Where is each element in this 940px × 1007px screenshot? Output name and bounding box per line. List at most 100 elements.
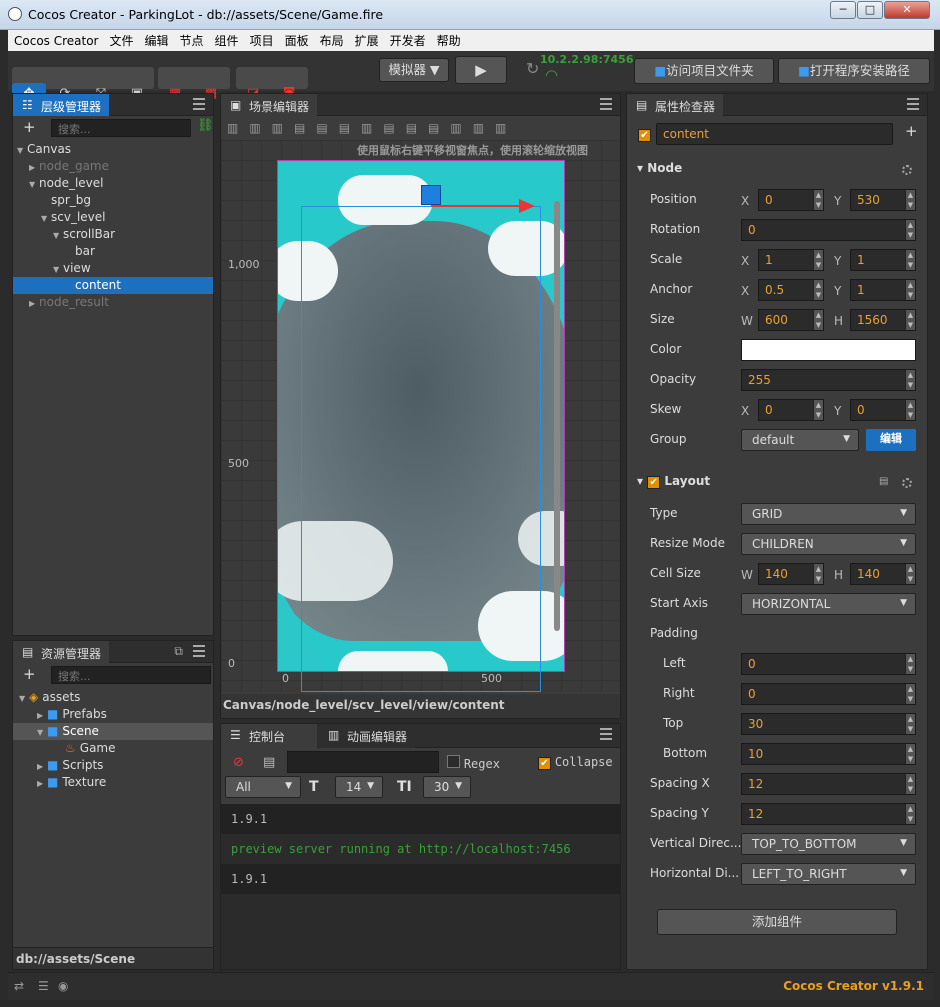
asset-item[interactable]: ▶ ■ Prefabs — [13, 706, 213, 723]
line-height-select[interactable]: 30 ▼ — [423, 776, 471, 798]
align-toolbar[interactable]: ▥▥▥▤▤▤▥▤▤▤▥▥▥ — [227, 121, 517, 135]
expand-right-icon[interactable]: ▶ — [29, 295, 39, 312]
hierarchy-node[interactable]: bar — [13, 243, 213, 260]
expand-down-icon[interactable]: ▼ — [37, 724, 47, 741]
opacity-input[interactable]: 255 ▲ ▼ — [741, 369, 916, 391]
expand-right-icon[interactable]: ▶ — [37, 775, 47, 792]
gear-icon[interactable] — [902, 478, 912, 488]
hierarchy-node[interactable]: ▼ view — [13, 260, 213, 277]
add-component-button[interactable]: 添加组件 — [657, 909, 897, 935]
menu-component[interactable]: 组件 — [209, 30, 244, 49]
edit-group-button[interactable]: 编辑 — [866, 429, 916, 451]
spinner-icon[interactable]: ▲ ▼ — [905, 804, 915, 824]
panel-menu-icon[interactable] — [600, 728, 612, 740]
log-level-select[interactable]: All ▼ — [225, 776, 301, 798]
add-asset-button[interactable]: + — [23, 665, 36, 683]
spinner-icon[interactable]: ▲ ▼ — [905, 684, 915, 704]
expand-down-icon[interactable]: ▼ — [19, 690, 29, 707]
expand-right-icon[interactable]: ▶ — [37, 758, 47, 775]
position-x-input[interactable]: 0 ▲ ▼ — [758, 189, 824, 211]
expand-right-icon[interactable]: ▶ — [37, 707, 47, 724]
close-button[interactable]: ✕ — [884, 1, 930, 19]
assets-search-input[interactable]: 搜索... — [51, 666, 211, 684]
minimize-button[interactable]: ─ — [830, 1, 856, 19]
spacing-y-input[interactable]: 12 ▲ ▼ — [741, 803, 916, 825]
menu-panel[interactable]: 面板 — [279, 30, 314, 49]
vertical-direction-select[interactable]: TOP_TO_BOTTOM ▼ — [741, 833, 916, 855]
tab-console[interactable]: ☰ 控制台 — [221, 724, 317, 748]
scale-x-input[interactable]: 1 ▲ ▼ — [758, 249, 824, 271]
group-select[interactable]: default ▼ — [741, 429, 859, 451]
y-axis-handle[interactable] — [421, 185, 441, 205]
expand-down-icon[interactable]: ▼ — [41, 210, 51, 227]
add-property-button[interactable]: + — [905, 122, 918, 140]
database-icon[interactable]: ☰ — [38, 979, 49, 993]
asset-item[interactable]: ♨ Game — [13, 740, 213, 757]
padding-right-input[interactable]: 0 ▲ ▼ — [741, 683, 916, 705]
menu-extension[interactable]: 扩展 — [349, 30, 384, 49]
menu-help[interactable]: 帮助 — [431, 30, 466, 49]
panel-menu-icon[interactable] — [193, 645, 205, 657]
eye-icon[interactable]: ◉ — [58, 979, 68, 993]
resize-mode-select[interactable]: CHILDREN ▼ — [741, 533, 916, 555]
scale-y-input[interactable]: 1 ▲ ▼ — [850, 249, 916, 271]
refresh-icon[interactable]: ↻ — [526, 59, 539, 78]
spinner-icon[interactable]: ▲ ▼ — [813, 400, 823, 420]
asset-item[interactable]: ▼ ◈ assets — [13, 689, 213, 706]
skew-x-input[interactable]: 0 ▲ ▼ — [758, 399, 824, 421]
hierarchy-node[interactable]: ▶ node_game — [13, 158, 213, 175]
open-log-file-icon[interactable]: ▤ — [263, 755, 275, 770]
spinner-icon[interactable]: ▲ ▼ — [813, 280, 823, 300]
cell_size-w-input[interactable]: 140 ▲ ▼ — [758, 563, 824, 585]
spinner-icon[interactable]: ▲ ▼ — [905, 310, 915, 330]
padding-top-input[interactable]: 30 ▲ ▼ — [741, 713, 916, 735]
spinner-icon[interactable]: ▲ ▼ — [905, 220, 915, 240]
node-active-checkbox[interactable]: ✔ — [638, 127, 651, 142]
tab-hierarchy[interactable]: ☷ 层级管理器 — [13, 94, 110, 116]
spinner-icon[interactable]: ▲ ▼ — [813, 190, 823, 210]
spinner-icon[interactable]: ▲ ▼ — [813, 564, 823, 584]
hierarchy-node[interactable]: ▼ scrollBar — [13, 226, 213, 243]
hierarchy-node[interactable]: content — [13, 277, 213, 294]
asset-item[interactable]: ▶ ■ Texture — [13, 774, 213, 791]
expand-down-icon[interactable]: ▼ — [17, 142, 27, 159]
spinner-icon[interactable]: ▲ ▼ — [905, 370, 915, 390]
tab-scene-editor[interactable]: ▣ 场景编辑器 — [221, 94, 318, 116]
asset-item[interactable]: ▼ ■ Scene — [13, 723, 213, 740]
link-icon[interactable]: ⛓ — [197, 118, 214, 133]
padding-bottom-input[interactable]: 10 ▲ ▼ — [741, 743, 916, 765]
layout-enabled-checkbox[interactable]: ✔ — [647, 476, 661, 489]
panel-menu-icon[interactable] — [600, 98, 612, 110]
menu-cocos-creator[interactable]: Cocos Creator — [8, 32, 104, 48]
layout-section-header[interactable]: ▾ ✔ Layout — [637, 474, 710, 489]
x-axis-arrow-icon[interactable] — [519, 199, 535, 213]
play-button[interactable]: ▶ — [455, 56, 507, 84]
spinner-icon[interactable]: ▲ ▼ — [905, 714, 915, 734]
color-swatch[interactable] — [741, 339, 916, 361]
hierarchy-node[interactable]: ▼ Canvas — [13, 141, 213, 158]
help-book-icon[interactable]: ▤ — [879, 476, 888, 487]
gear-icon[interactable] — [902, 165, 912, 175]
expand-right-icon[interactable]: ▶ — [29, 159, 39, 176]
skew-y-input[interactable]: 0 ▲ ▼ — [850, 399, 916, 421]
anchor-x-input[interactable]: 0.5 ▲ ▼ — [758, 279, 824, 301]
spinner-icon[interactable]: ▲ ▼ — [905, 564, 915, 584]
hierarchy-search-input[interactable]: 搜索... — [51, 119, 191, 137]
menu-edit[interactable]: 编辑 — [139, 30, 174, 49]
simulator-dropdown[interactable]: 模拟器 ▼ — [379, 58, 449, 82]
maximize-button[interactable]: □ — [857, 1, 883, 19]
menu-developer[interactable]: 开发者 — [384, 30, 431, 49]
size-h-input[interactable]: 1560 ▲ ▼ — [850, 309, 916, 331]
open-install-path-button[interactable]: ■打开程序安装路径 — [778, 58, 930, 84]
spinner-icon[interactable]: ▲ ▼ — [905, 744, 915, 764]
spinner-icon[interactable]: ▲ ▼ — [813, 250, 823, 270]
selection-rect[interactable] — [301, 206, 541, 692]
layout-type-select[interactable]: GRID ▼ — [741, 503, 916, 525]
expand-down-icon[interactable]: ▼ — [29, 176, 39, 193]
node-section-header[interactable]: ▾ Node — [637, 161, 682, 175]
hierarchy-node[interactable]: ▼ node_level — [13, 175, 213, 192]
collapse-checkbox[interactable]: ✔ Collapse — [538, 755, 613, 770]
spinner-icon[interactable]: ▲ ▼ — [905, 190, 915, 210]
spinner-icon[interactable]: ▲ ▼ — [905, 280, 915, 300]
menu-node[interactable]: 节点 — [174, 30, 209, 49]
